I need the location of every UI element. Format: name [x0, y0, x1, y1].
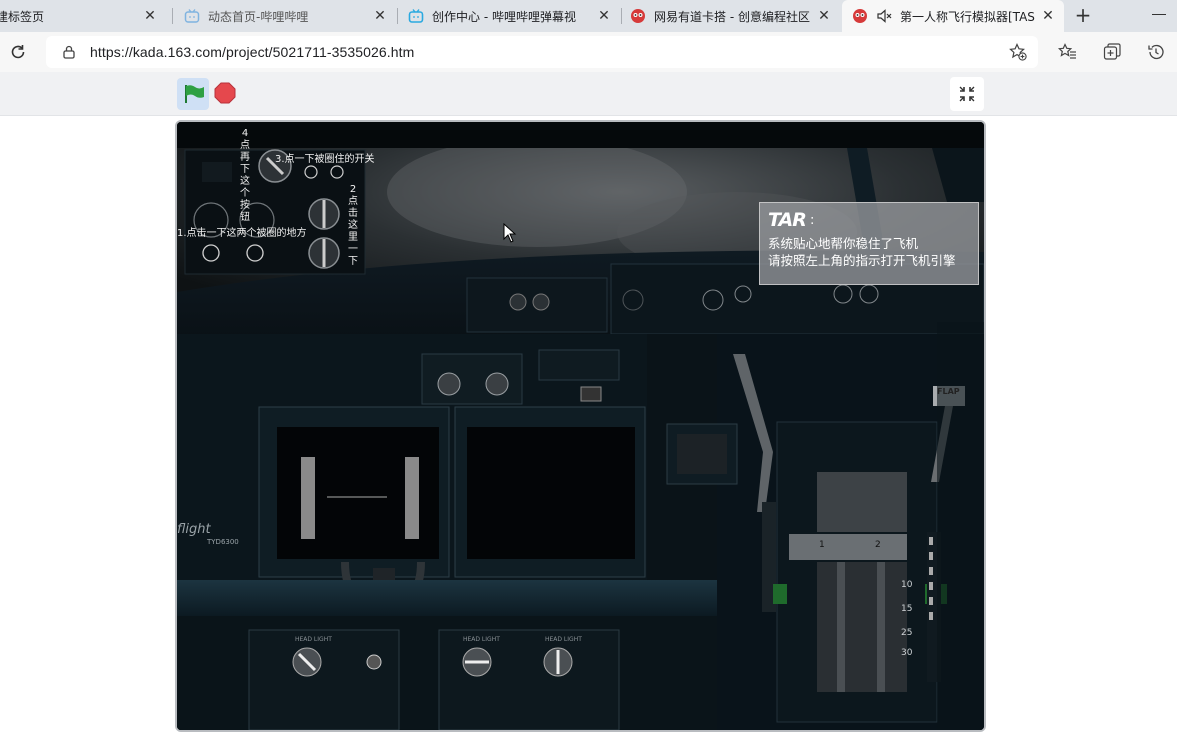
tab-strip: 建标签页 ✕ 动态首页-哔哩哔哩 ✕ 创作中心 - 哔哩哔哩弹幕视 ✕ 网易有道… [0, 0, 1177, 32]
flap-mark-10: 10 [901, 580, 913, 590]
tab-separator [172, 8, 173, 24]
engine-1-label: 1 [819, 540, 825, 550]
tab-kada-community[interactable]: 网易有道卡搭 - 创意编程社区 ✕ [622, 0, 840, 32]
green-flag-button[interactable] [177, 78, 209, 110]
url-text[interactable]: https://kada.163.com/project/5021711-353… [90, 44, 414, 60]
head-light-label: HEAD LIGHT [295, 636, 332, 643]
flight-brand-label: flight [177, 522, 211, 537]
refresh-icon[interactable] [8, 42, 28, 62]
kada-logo-icon [852, 8, 868, 24]
stop-button[interactable] [214, 82, 236, 104]
close-icon[interactable]: ✕ [1040, 8, 1056, 24]
model-label: TYD6300 [207, 538, 239, 546]
flap-mark-30: 30 [901, 648, 913, 658]
tab-label: 动态首页-哔哩哔哩 [208, 9, 309, 24]
tab-label: 网易有道卡搭 - 创意编程社区 [654, 9, 810, 24]
collections-icon[interactable] [1102, 42, 1122, 62]
tab-flight-simulator[interactable]: 第一人称飞行模拟器[TAS ✕ [842, 0, 1064, 32]
close-icon[interactable]: ✕ [596, 8, 612, 24]
new-tab-button[interactable]: + [1072, 5, 1094, 27]
project-stage[interactable]: 3.点一下被圈住的开关 1.点击一下这两个被圈的地方 2点击这里一下 4点再下这… [175, 120, 986, 732]
flap-label: FLAP [937, 387, 960, 396]
lock-icon[interactable] [62, 45, 76, 59]
speaker-name: TAR [768, 209, 807, 231]
close-icon[interactable]: ✕ [816, 8, 832, 24]
step4-label: 4点再下这个按钮 [240, 128, 250, 223]
favorites-icon[interactable] [1058, 42, 1078, 62]
bilibili-tv-icon [408, 8, 424, 24]
minimize-icon[interactable] [1152, 14, 1166, 15]
step1-label: 1.点击一下这两个被圈的地方 [177, 228, 307, 239]
tab-label: 第一人称飞行模拟器[TAS [900, 9, 1035, 24]
history-icon[interactable] [1146, 42, 1166, 62]
tab-label: 建标签页 [0, 9, 45, 24]
tar-dialog: TAR : 系统贴心地帮你稳住了飞机 请按照左上角的指示打开飞机引擎 [759, 202, 979, 285]
stop-icon [214, 82, 236, 104]
tab-new-tab[interactable]: 建标签页 ✕ [0, 0, 166, 32]
project-controls-bar [0, 72, 1177, 116]
mouse-cursor-icon [503, 223, 517, 243]
close-icon[interactable]: ✕ [142, 8, 158, 24]
step3-label: 3.点一下被圈住的开关 [275, 154, 375, 165]
tab-label: 创作中心 - 哔哩哔哩弹幕视 [432, 9, 576, 24]
head-light-label: HEAD LIGHT [545, 636, 582, 643]
add-favorite-icon[interactable] [1008, 42, 1028, 62]
engine-2-label: 2 [875, 540, 881, 550]
dialog-line-2: 请按照左上角的指示打开飞机引擎 [768, 253, 956, 268]
exit-fullscreen-button[interactable] [950, 77, 984, 111]
address-bar[interactable]: https://kada.163.com/project/5021711-353… [46, 36, 1038, 68]
browser-toolbar: https://kada.163.com/project/5021711-353… [0, 32, 1177, 72]
flap-mark-25: 25 [901, 628, 913, 638]
speaker-colon: : [810, 213, 815, 228]
tab-bilibili-creator[interactable]: 创作中心 - 哔哩哔哩弹幕视 ✕ [398, 0, 620, 32]
step2-label: 2点击这里一下 [348, 184, 358, 267]
muted-speaker-icon[interactable] [876, 8, 892, 24]
bilibili-tv-icon [184, 8, 200, 24]
close-icon[interactable]: ✕ [372, 8, 388, 24]
tab-bilibili-home[interactable]: 动态首页-哔哩哔哩 ✕ [174, 0, 396, 32]
head-light-label: HEAD LIGHT [463, 636, 500, 643]
collapse-icon [959, 86, 975, 102]
kada-logo-icon [630, 8, 646, 24]
flap-mark-15: 15 [901, 604, 913, 614]
green-flag-icon [185, 85, 204, 103]
